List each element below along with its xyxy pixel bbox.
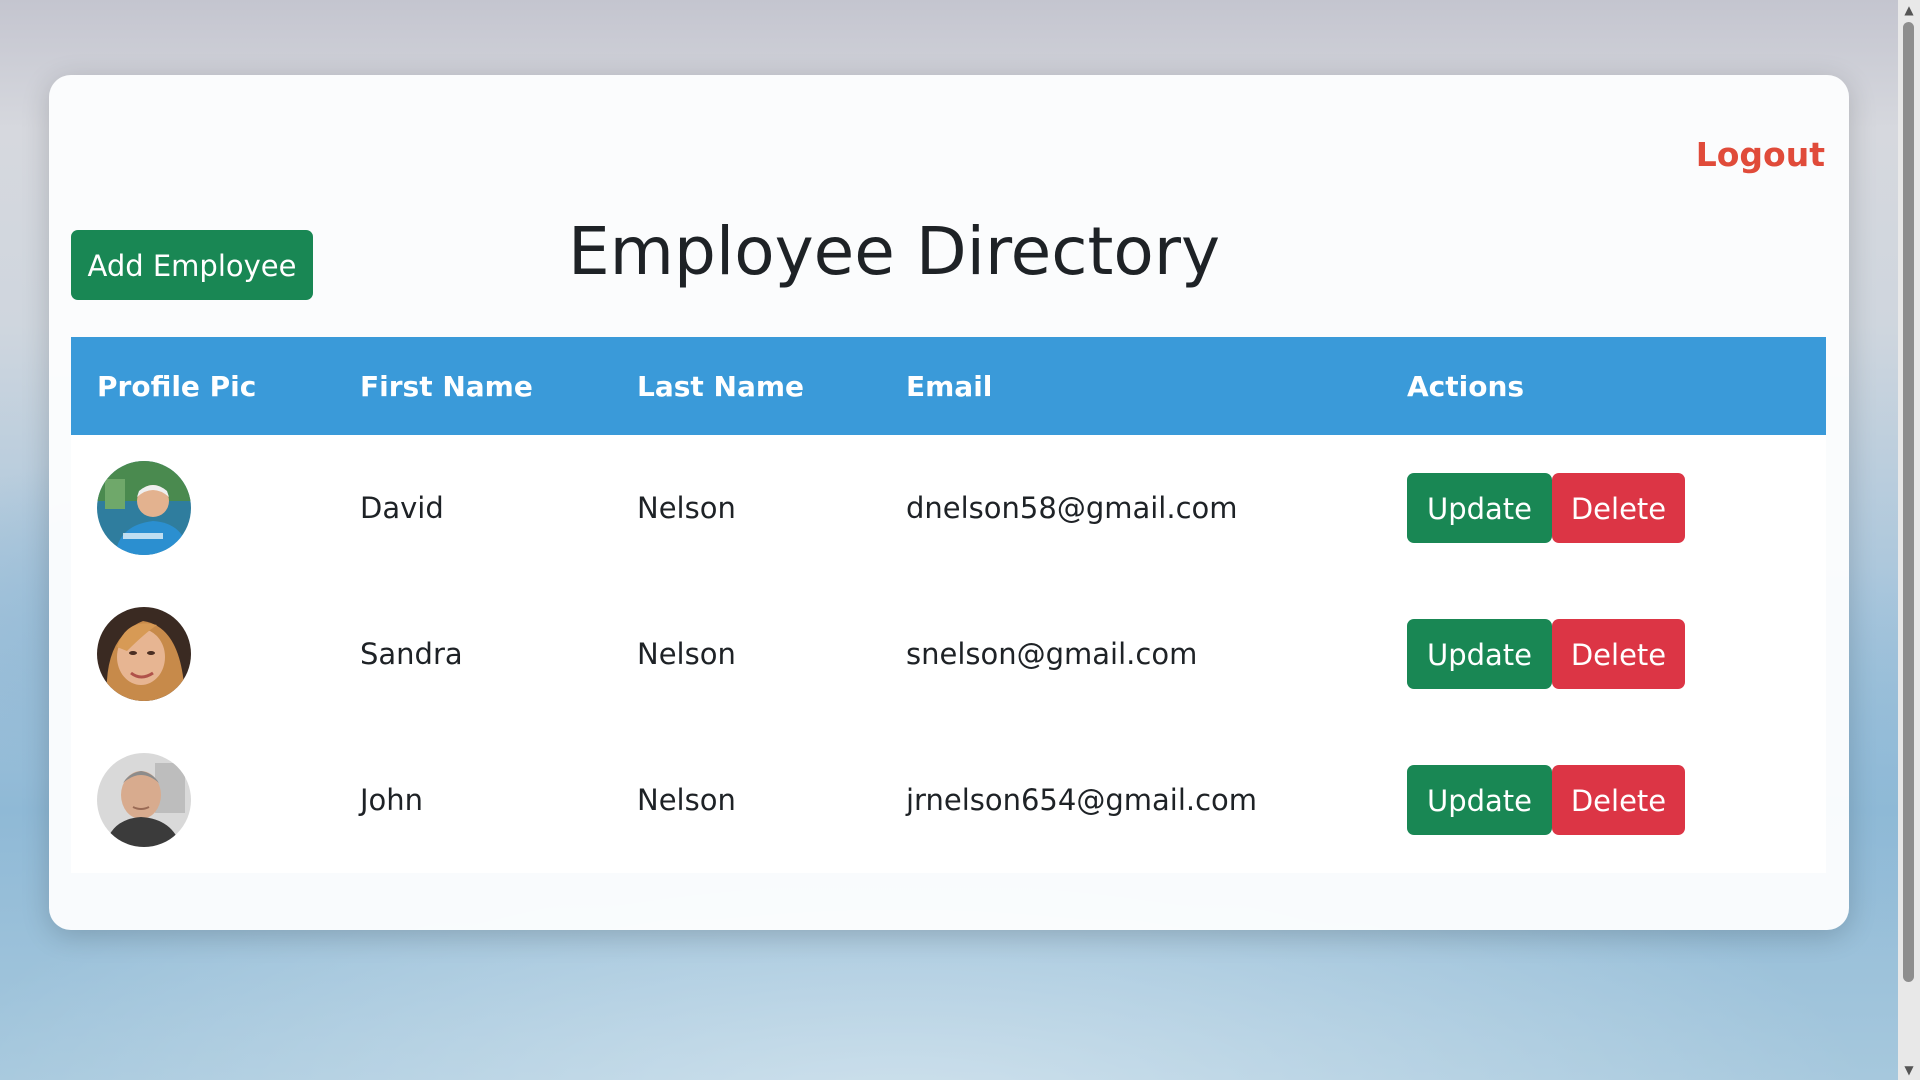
last-name-cell: Nelson <box>637 783 736 817</box>
row-actions: Update Delete <box>1407 765 1826 835</box>
avatar <box>97 461 191 555</box>
table-row: Sandra Nelson snelson@gmail.com Update D… <box>71 581 1826 727</box>
profile-pic-cell <box>71 581 334 727</box>
first-name-cell: John <box>360 783 424 817</box>
vertical-scrollbar[interactable]: ▲ ▼ <box>1898 0 1920 1080</box>
profile-pic-cell <box>71 435 334 581</box>
column-header-profile-pic: Profile Pic <box>71 337 334 435</box>
row-actions: Update Delete <box>1407 619 1826 689</box>
update-button[interactable]: Update <box>1407 619 1552 689</box>
avatar <box>97 607 191 701</box>
email-cell: jrnelson654@gmail.com <box>906 783 1258 817</box>
column-header-email: Email <box>880 337 1381 435</box>
update-button[interactable]: Update <box>1407 473 1552 543</box>
logout-link[interactable]: Logout <box>1696 134 1825 176</box>
scroll-down-arrow-icon[interactable]: ▼ <box>1898 1060 1920 1080</box>
actions-cell: Update Delete <box>1381 581 1826 727</box>
last-name-cell: Nelson <box>637 637 736 671</box>
delete-button[interactable]: Delete <box>1552 619 1685 689</box>
first-name-cell: David <box>360 491 444 525</box>
delete-button[interactable]: Delete <box>1552 473 1685 543</box>
employee-table: Profile Pic First Name Last Name Email A… <box>71 337 1826 873</box>
update-button[interactable]: Update <box>1407 765 1552 835</box>
avatar <box>97 753 191 847</box>
profile-pic-cell <box>71 727 334 873</box>
first-name-cell: Sandra <box>360 637 463 671</box>
column-header-first-name: First Name <box>334 337 611 435</box>
email-cell: dnelson58@gmail.com <box>906 491 1238 525</box>
actions-cell: Update Delete <box>1381 435 1826 581</box>
table-row: John Nelson jrnelson654@gmail.com Update… <box>71 727 1826 873</box>
actions-cell: Update Delete <box>1381 727 1826 873</box>
table-row: David Nelson dnelson58@gmail.com Update … <box>71 435 1826 581</box>
directory-card: Employee Directory Logout Add Employee P… <box>49 75 1849 930</box>
scroll-thumb[interactable] <box>1903 22 1914 982</box>
row-actions: Update Delete <box>1407 473 1826 543</box>
column-header-actions: Actions <box>1381 337 1826 435</box>
table-header-row: Profile Pic First Name Last Name Email A… <box>71 337 1826 435</box>
column-header-last-name: Last Name <box>611 337 880 435</box>
last-name-cell: Nelson <box>637 491 736 525</box>
delete-button[interactable]: Delete <box>1552 765 1685 835</box>
email-cell: snelson@gmail.com <box>906 637 1198 671</box>
add-employee-button[interactable]: Add Employee <box>71 230 313 300</box>
employee-table-wrapper: Profile Pic First Name Last Name Email A… <box>71 337 1826 873</box>
scroll-up-arrow-icon[interactable]: ▲ <box>1898 0 1920 20</box>
